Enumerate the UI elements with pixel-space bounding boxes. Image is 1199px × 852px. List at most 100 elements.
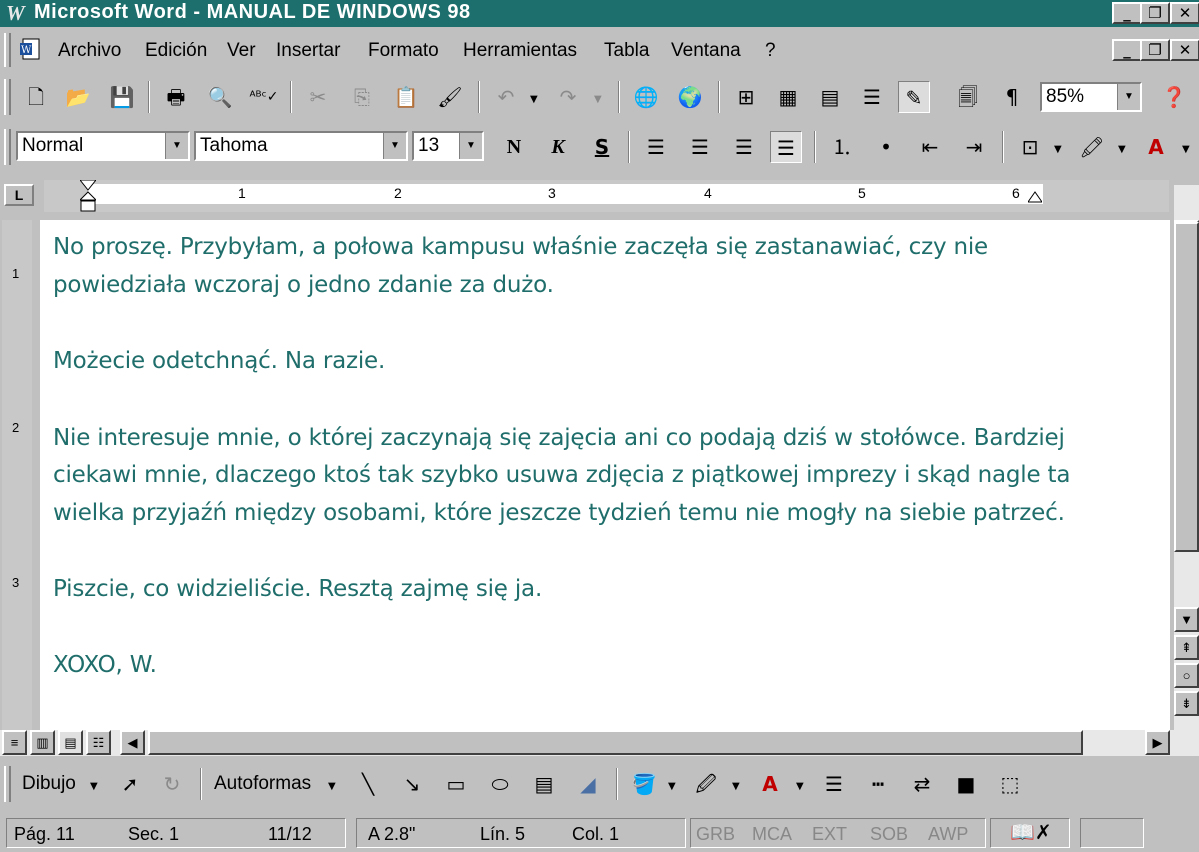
undo-icon[interactable]: ↶	[490, 81, 522, 113]
scroll-down-icon[interactable]: ▼	[1174, 607, 1199, 632]
menu-ventana[interactable]: Ventana	[671, 40, 741, 62]
menu-grip[interactable]	[4, 33, 11, 67]
drawing-icon[interactable]: ✎	[898, 81, 930, 113]
toolbar-grip[interactable]	[4, 766, 11, 802]
print-icon[interactable]: 🖶	[160, 81, 192, 113]
format-painter-icon[interactable]: 🖌	[434, 81, 466, 113]
menu-edicion[interactable]: Edición	[145, 40, 207, 62]
status-mca[interactable]: MCA	[752, 824, 792, 845]
status-awp[interactable]: AWP	[928, 824, 968, 845]
borders-icon[interactable]: ⊡	[1014, 131, 1046, 163]
web-toolbar-icon[interactable]: 🌍	[674, 81, 706, 113]
spelling-status-icon[interactable]: 📖✗	[1010, 820, 1052, 845]
status-ext[interactable]: EXT	[812, 824, 847, 845]
doc-close-button[interactable]: ✕	[1170, 39, 1199, 61]
minimize-button[interactable]: _	[1112, 2, 1142, 24]
right-indent-marker-icon[interactable]	[1027, 190, 1043, 203]
draw-menu-button[interactable]: Dibujo	[22, 773, 76, 795]
vertical-ruler[interactable]: 1 2 3	[2, 220, 32, 730]
doc-minimize-button[interactable]: _	[1112, 39, 1142, 61]
select-objects-icon[interactable]: ➚	[114, 768, 146, 800]
toolbar-grip[interactable]	[4, 79, 11, 115]
document-icon[interactable]: W	[18, 37, 46, 63]
new-document-icon[interactable]: 🗋	[20, 81, 52, 113]
spelling-icon[interactable]: ᴬᴮᶜ✓	[248, 81, 280, 113]
chevron-down-icon[interactable]: ▼	[90, 781, 98, 792]
menu-formato[interactable]: Formato	[368, 40, 439, 62]
web-layout-icon[interactable]: ▥	[30, 730, 55, 755]
wordart-icon[interactable]: ◢	[572, 768, 604, 800]
chevron-down-icon[interactable]: ▼	[328, 781, 336, 792]
align-right-icon[interactable]: ☰	[728, 131, 760, 163]
justify-icon[interactable]: ☰	[770, 131, 802, 163]
line-icon[interactable]: ╲	[352, 768, 384, 800]
indent-marker-icon[interactable]	[78, 179, 98, 212]
chevron-down-icon[interactable]: ▼	[732, 781, 740, 792]
status-grb[interactable]: GRB	[696, 824, 735, 845]
redo-dropdown-icon[interactable]: ▼	[594, 94, 602, 105]
decrease-indent-icon[interactable]: ⇤	[914, 131, 946, 163]
bullets-icon[interactable]: •	[870, 131, 902, 163]
columns-icon[interactable]: ☰	[856, 81, 888, 113]
rectangle-icon[interactable]: ▭	[440, 768, 472, 800]
show-hide-paragraph-icon[interactable]: ¶	[996, 81, 1028, 113]
free-rotate-icon[interactable]: ↻	[156, 768, 188, 800]
insert-table-icon[interactable]: ▦	[772, 81, 804, 113]
italic-button[interactable]: K	[542, 131, 574, 163]
chevron-down-icon[interactable]: ▼	[165, 133, 188, 159]
font-color-icon[interactable]: A	[754, 768, 786, 800]
cut-icon[interactable]: ✂	[302, 81, 334, 113]
numbering-icon[interactable]: ⒈	[826, 131, 858, 163]
browse-object-icon[interactable]: ○	[1174, 663, 1199, 688]
outline-view-icon[interactable]: ☷	[86, 730, 111, 755]
next-page-icon[interactable]: ⇟	[1174, 691, 1199, 716]
insert-excel-icon[interactable]: ▤	[814, 81, 846, 113]
chevron-down-icon[interactable]: ▼	[459, 133, 482, 159]
highlight-icon[interactable]: 🖍	[1076, 131, 1108, 163]
scroll-right-icon[interactable]: ▶	[1145, 730, 1170, 755]
line-style-icon[interactable]: ☰	[818, 768, 850, 800]
font-select[interactable]: Tahoma ▼	[194, 131, 408, 161]
horizontal-ruler[interactable]: 1 2 3 4 5 6	[44, 179, 1169, 212]
font-color-icon[interactable]: A	[1140, 131, 1172, 163]
tables-borders-icon[interactable]: ⊞	[730, 81, 762, 113]
doc-restore-button[interactable]: ❐	[1140, 39, 1170, 61]
autoshapes-menu-button[interactable]: Autoformas	[214, 773, 311, 795]
insert-hyperlink-icon[interactable]: 🌐	[630, 81, 662, 113]
style-select[interactable]: Normal ▼	[16, 131, 190, 161]
scroll-left-icon[interactable]: ◀	[120, 730, 145, 755]
chevron-down-icon[interactable]: ▼	[1117, 84, 1140, 110]
print-layout-icon[interactable]: ▤	[58, 730, 83, 755]
3d-icon[interactable]: ⬚	[994, 768, 1026, 800]
save-icon[interactable]: 💾	[106, 81, 138, 113]
undo-dropdown-icon[interactable]: ▼	[530, 94, 538, 105]
toolbar-grip[interactable]	[4, 129, 11, 165]
paste-icon[interactable]: 📋	[390, 81, 422, 113]
chevron-down-icon[interactable]: ▼	[668, 781, 676, 792]
dash-style-icon[interactable]: ┅	[862, 768, 894, 800]
fill-color-icon[interactable]: 🪣	[628, 768, 660, 800]
align-left-icon[interactable]: ☰	[640, 131, 672, 163]
borders-dropdown-icon[interactable]: ▼	[1054, 144, 1062, 155]
close-button[interactable]: ✕	[1170, 2, 1199, 24]
copy-icon[interactable]: ⎘	[346, 81, 378, 113]
document-map-icon[interactable]: 🗐	[952, 81, 984, 113]
chevron-down-icon[interactable]: ▼	[796, 781, 804, 792]
menu-ver[interactable]: Ver	[227, 40, 256, 62]
chevron-down-icon[interactable]: ▼	[383, 133, 406, 159]
zoom-select[interactable]: 85% ▼	[1040, 82, 1142, 112]
menu-help[interactable]: ?	[765, 40, 776, 62]
highlight-dropdown-icon[interactable]: ▼	[1118, 144, 1126, 155]
normal-view-icon[interactable]: ≡	[2, 730, 27, 755]
bold-button[interactable]: N	[498, 131, 530, 163]
scroll-thumb[interactable]	[1174, 222, 1199, 552]
font-color-dropdown-icon[interactable]: ▼	[1182, 144, 1190, 155]
arrow-style-icon[interactable]: ⇄	[906, 768, 938, 800]
line-color-icon[interactable]: 🖉	[690, 768, 722, 800]
document-area[interactable]: No proszę. Przybyłam, a połowa kampusu w…	[40, 220, 1170, 730]
office-assistant-icon[interactable]: ❓	[1158, 81, 1190, 113]
restore-button[interactable]: ❐	[1140, 2, 1170, 24]
status-sob[interactable]: SOB	[870, 824, 908, 845]
horizontal-scroll-thumb[interactable]	[148, 730, 1083, 755]
arrow-icon[interactable]: ↘	[396, 768, 428, 800]
